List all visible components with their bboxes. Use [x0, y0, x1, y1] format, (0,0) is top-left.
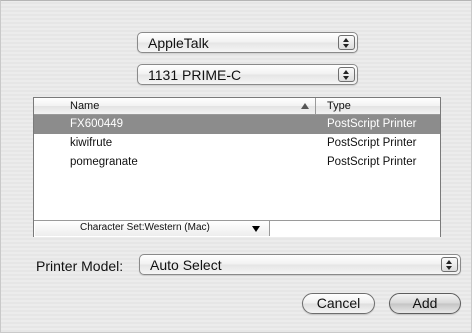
sort-ascending-icon — [301, 103, 309, 109]
cancel-button[interactable]: Cancel — [302, 293, 375, 314]
printer-model-value: Auto Select — [150, 257, 222, 273]
printer-row[interactable]: pomegranate PostScript Printer — [34, 153, 440, 172]
printer-name: kiwifrute — [70, 137, 113, 149]
printer-model-popup[interactable]: Auto Select — [139, 254, 461, 275]
list-footer: Character Set:Western (Mac) — [34, 220, 440, 237]
printer-list[interactable]: Name Type FX600449 PostScript Printer kiwi… — [33, 97, 441, 237]
connection-type-value: AppleTalk — [148, 35, 209, 51]
printer-row[interactable]: kiwifrute PostScript Printer — [34, 134, 440, 153]
character-set-value: Character Set:Western (Mac) — [80, 222, 210, 233]
printer-model-label: Printer Model: — [36, 258, 124, 274]
zone-popup[interactable]: 1131 PRIME-C — [137, 64, 358, 85]
dropdown-triangle-icon — [252, 226, 260, 232]
printer-type: PostScript Printer — [327, 137, 417, 149]
add-button[interactable]: Add — [389, 293, 461, 314]
printer-type: PostScript Printer — [327, 118, 417, 130]
zone-value: 1131 PRIME-C — [148, 67, 242, 83]
printer-type: PostScript Printer — [327, 156, 417, 168]
printer-name: pomegranate — [70, 156, 138, 168]
column-header-type[interactable]: Type — [327, 100, 351, 112]
character-set-popup[interactable]: Character Set:Western (Mac) — [35, 221, 270, 236]
printer-rows: FX600449 PostScript Printer kiwifrute PostS… — [34, 115, 440, 172]
stepper-arrows-icon — [338, 35, 355, 50]
printer-name: FX600449 — [70, 118, 124, 130]
column-header-name[interactable]: Name — [34, 98, 316, 114]
connection-type-popup[interactable]: AppleTalk — [137, 32, 358, 53]
stepper-arrows-icon — [441, 257, 458, 272]
list-header: Name Type — [34, 98, 440, 115]
stepper-arrows-icon — [338, 67, 355, 82]
printer-row[interactable]: FX600449 PostScript Printer — [34, 115, 440, 134]
column-header-name-label: Name — [70, 100, 100, 112]
